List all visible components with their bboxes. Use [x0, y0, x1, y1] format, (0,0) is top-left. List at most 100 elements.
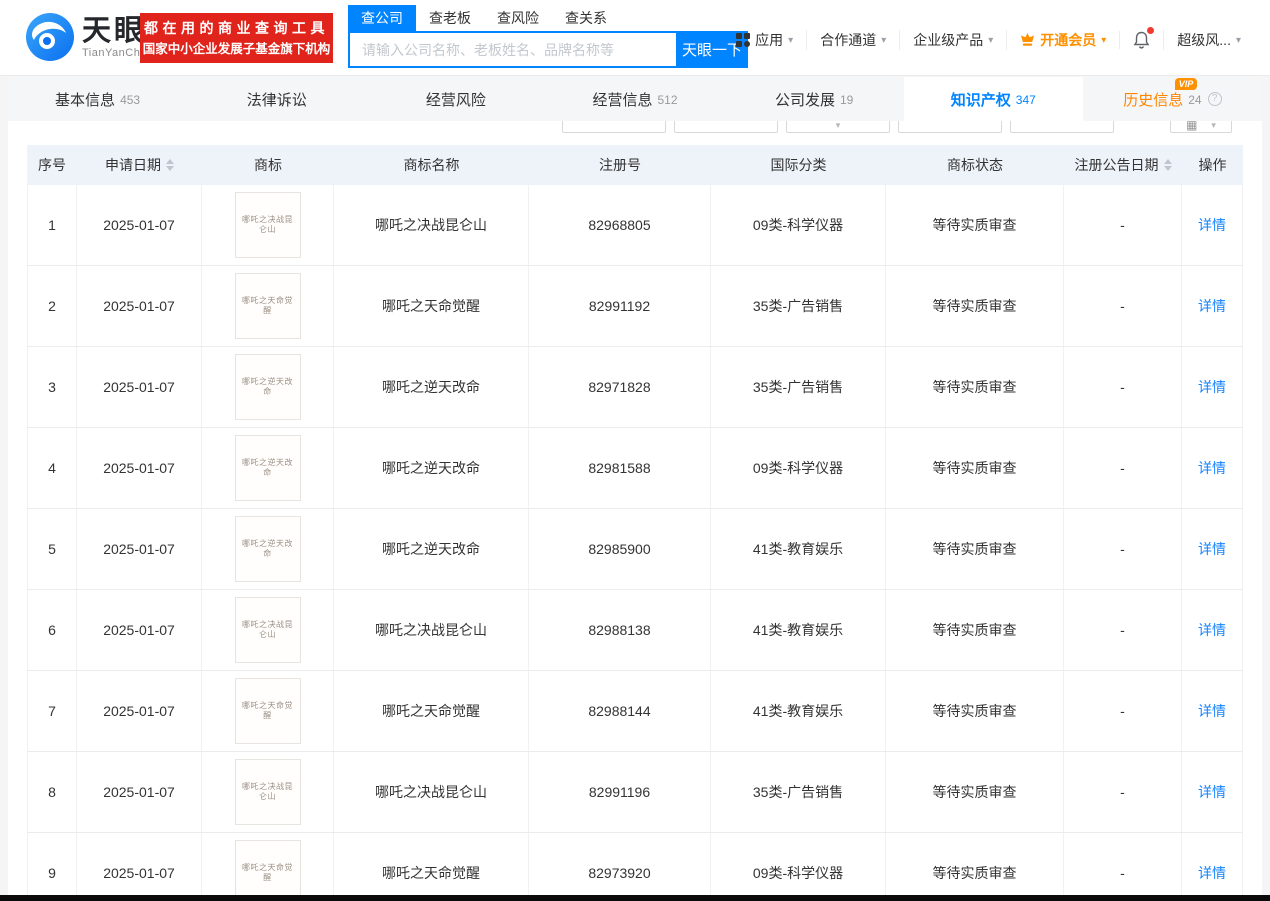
cell-reg_no: 82971828: [529, 347, 711, 427]
cell-reg_no: 82991192: [529, 266, 711, 346]
cell-index: 1: [27, 185, 77, 265]
trademark-image[interactable]: 哪吒之天命觉醒: [234, 273, 301, 339]
table-row: 6 2025-01-07 哪吒之决战昆仑山 哪吒之决战昆仑山 82988138 41类-教…: [27, 590, 1243, 671]
cell-pub_date: -: [1064, 590, 1182, 670]
cell-text: 82971828: [588, 379, 651, 395]
filter-dropdown[interactable]: [674, 121, 778, 133]
detail-link[interactable]: 详情: [1198, 458, 1226, 478]
cell-status: 等待实质审查: [886, 185, 1064, 265]
cell-text: -: [1120, 622, 1125, 638]
filter-dropdown[interactable]: ▾: [786, 121, 890, 133]
cell-intl_class: 35类-广告销售: [711, 266, 886, 346]
nav-item-企业级产品[interactable]: 企业级产品 ▾: [899, 30, 1006, 50]
view-mode-dropdown[interactable]: ▦ ▾: [1170, 121, 1232, 133]
cell-text: 09类-科学仪器: [752, 865, 844, 881]
cell-index: 8: [27, 752, 77, 832]
cell-text: -: [1120, 217, 1125, 233]
main-content: ▾ ▦ ▾ 序号 申请日期 商标 商标名称 注册号 国际分类 商标状态 注册公告日期 操作 1 2…: [8, 121, 1262, 895]
tab-label-text: 基本信息: [55, 91, 116, 109]
nav-item-合作通道[interactable]: 合作通道 ▾: [806, 30, 899, 50]
cell-action: 详情: [1182, 509, 1243, 589]
nav-item-label: 超级风...: [1177, 32, 1231, 48]
trademark-image[interactable]: 哪吒之决战昆仑山: [234, 759, 301, 825]
tab-label: 法律诉讼: [247, 89, 307, 110]
detail-link[interactable]: 详情: [1198, 215, 1226, 235]
search-input[interactable]: [348, 31, 676, 68]
detail-link[interactable]: 详情: [1198, 539, 1226, 559]
detail-link[interactable]: 详情: [1198, 296, 1226, 316]
cell-text: 哪吒之天命觉醒: [382, 865, 480, 881]
column-header-label: 国际分类: [770, 157, 827, 173]
trademark-image[interactable]: 哪吒之决战昆仑山: [234, 192, 301, 258]
filter-dropdown[interactable]: [898, 121, 1002, 133]
tab-基本信息[interactable]: 基本信息 453: [8, 77, 187, 121]
cell-reg_no: 82991196: [529, 752, 711, 832]
search-tab-查老板[interactable]: 查老板: [416, 5, 484, 31]
cell-intl_class: 09类-科学仪器: [711, 428, 886, 508]
cell-text: 8: [48, 784, 56, 800]
tab-label-text: 法律诉讼: [246, 91, 307, 109]
filter-dropdown[interactable]: [562, 121, 666, 133]
cell-mark: 哪吒之逆天改命: [202, 347, 334, 427]
tab-label-text: 经营风险: [425, 91, 486, 109]
nav-item-label: 合作通道: [820, 32, 877, 48]
cell-reg_no: 82973920: [529, 833, 711, 895]
cell-name: 哪吒之决战昆仑山: [334, 752, 529, 832]
trademark-image-text: 哪吒之决战昆仑山: [242, 781, 293, 801]
nav-item-超级风...[interactable]: 超级风... ▾: [1163, 30, 1254, 50]
detail-link[interactable]: 详情: [1198, 701, 1226, 721]
trademark-image[interactable]: 哪吒之逆天改命: [234, 354, 301, 420]
cell-status: 等待实质审查: [886, 266, 1064, 346]
tab-法律诉讼[interactable]: 法律诉讼: [187, 77, 366, 121]
trademark-image[interactable]: 哪吒之决战昆仑山: [234, 597, 301, 663]
tab-经营信息[interactable]: 经营信息 512: [545, 77, 724, 121]
column-header-action: 操作: [1182, 145, 1243, 185]
tab-知识产权[interactable]: 知识产权 347: [903, 77, 1083, 121]
column-header-status: 商标状态: [886, 145, 1064, 185]
tab-label-text: 经营信息: [592, 91, 653, 109]
detail-link[interactable]: 详情: [1198, 863, 1226, 883]
cell-text: 82988138: [588, 622, 651, 638]
top-header: 天眼查 TianYanCha.com 都在用的商业查询工具 国家中小企业发展子基…: [0, 0, 1270, 76]
cell-index: 6: [27, 590, 77, 670]
notifications-bell[interactable]: [1119, 27, 1163, 49]
cell-text: 41类-教育娱乐: [752, 541, 844, 557]
cell-text: -: [1120, 298, 1125, 314]
sort-icons[interactable]: [1163, 159, 1172, 171]
trademark-image[interactable]: 哪吒之逆天改命: [234, 516, 301, 582]
search-area: 查公司查老板查风险查关系 天眼一下: [348, 5, 748, 68]
filter-dropdown[interactable]: [1010, 121, 1114, 133]
search-tab-查公司[interactable]: 查公司: [348, 5, 416, 31]
trademark-image[interactable]: 哪吒之逆天改命: [234, 435, 301, 501]
trademark-image[interactable]: 哪吒之天命觉醒: [234, 840, 301, 895]
sort-icons[interactable]: [166, 159, 174, 171]
cell-apply_date: 2025-01-07: [77, 428, 202, 508]
cell-apply_date: 2025-01-07: [77, 347, 202, 427]
tab-经营风险[interactable]: 经营风险: [366, 77, 545, 121]
cell-text: 82981588: [588, 460, 651, 476]
search-tab-查风险[interactable]: 查风险: [484, 5, 552, 31]
cell-text: 09类-科学仪器: [752, 460, 844, 476]
trademark-image[interactable]: 哪吒之天命觉醒: [234, 678, 301, 744]
cell-pub_date: -: [1064, 266, 1182, 346]
tab-公司发展[interactable]: 公司发展 19: [725, 77, 904, 121]
nav-item-应用[interactable]: 应用 ▾: [723, 30, 806, 50]
search-tab-查关系[interactable]: 查关系: [552, 5, 620, 31]
cell-text: 哪吒之天命觉醒: [382, 703, 480, 719]
cell-pub_date: -: [1064, 833, 1182, 895]
crown-icon: [1020, 33, 1035, 47]
sort-asc-icon: [1163, 159, 1172, 164]
help-icon[interactable]: ?: [1207, 92, 1222, 106]
cell-apply_date: 2025-01-07: [77, 185, 202, 265]
sort-asc-icon: [166, 159, 174, 164]
tab-count: 19: [839, 93, 854, 107]
cell-pub_date: -: [1064, 752, 1182, 832]
detail-link[interactable]: 详情: [1198, 377, 1226, 397]
detail-link[interactable]: 详情: [1198, 620, 1226, 640]
cell-text: 1: [48, 217, 56, 233]
cell-status: 等待实质审查: [886, 590, 1064, 670]
detail-link[interactable]: 详情: [1198, 782, 1226, 802]
nav-item-开通会员[interactable]: 开通会员 ▾: [1006, 30, 1119, 50]
cell-text: 哪吒之天命觉醒: [382, 298, 480, 314]
tab-历史信息[interactable]: 历史信息 VIP 24?: [1083, 77, 1262, 121]
